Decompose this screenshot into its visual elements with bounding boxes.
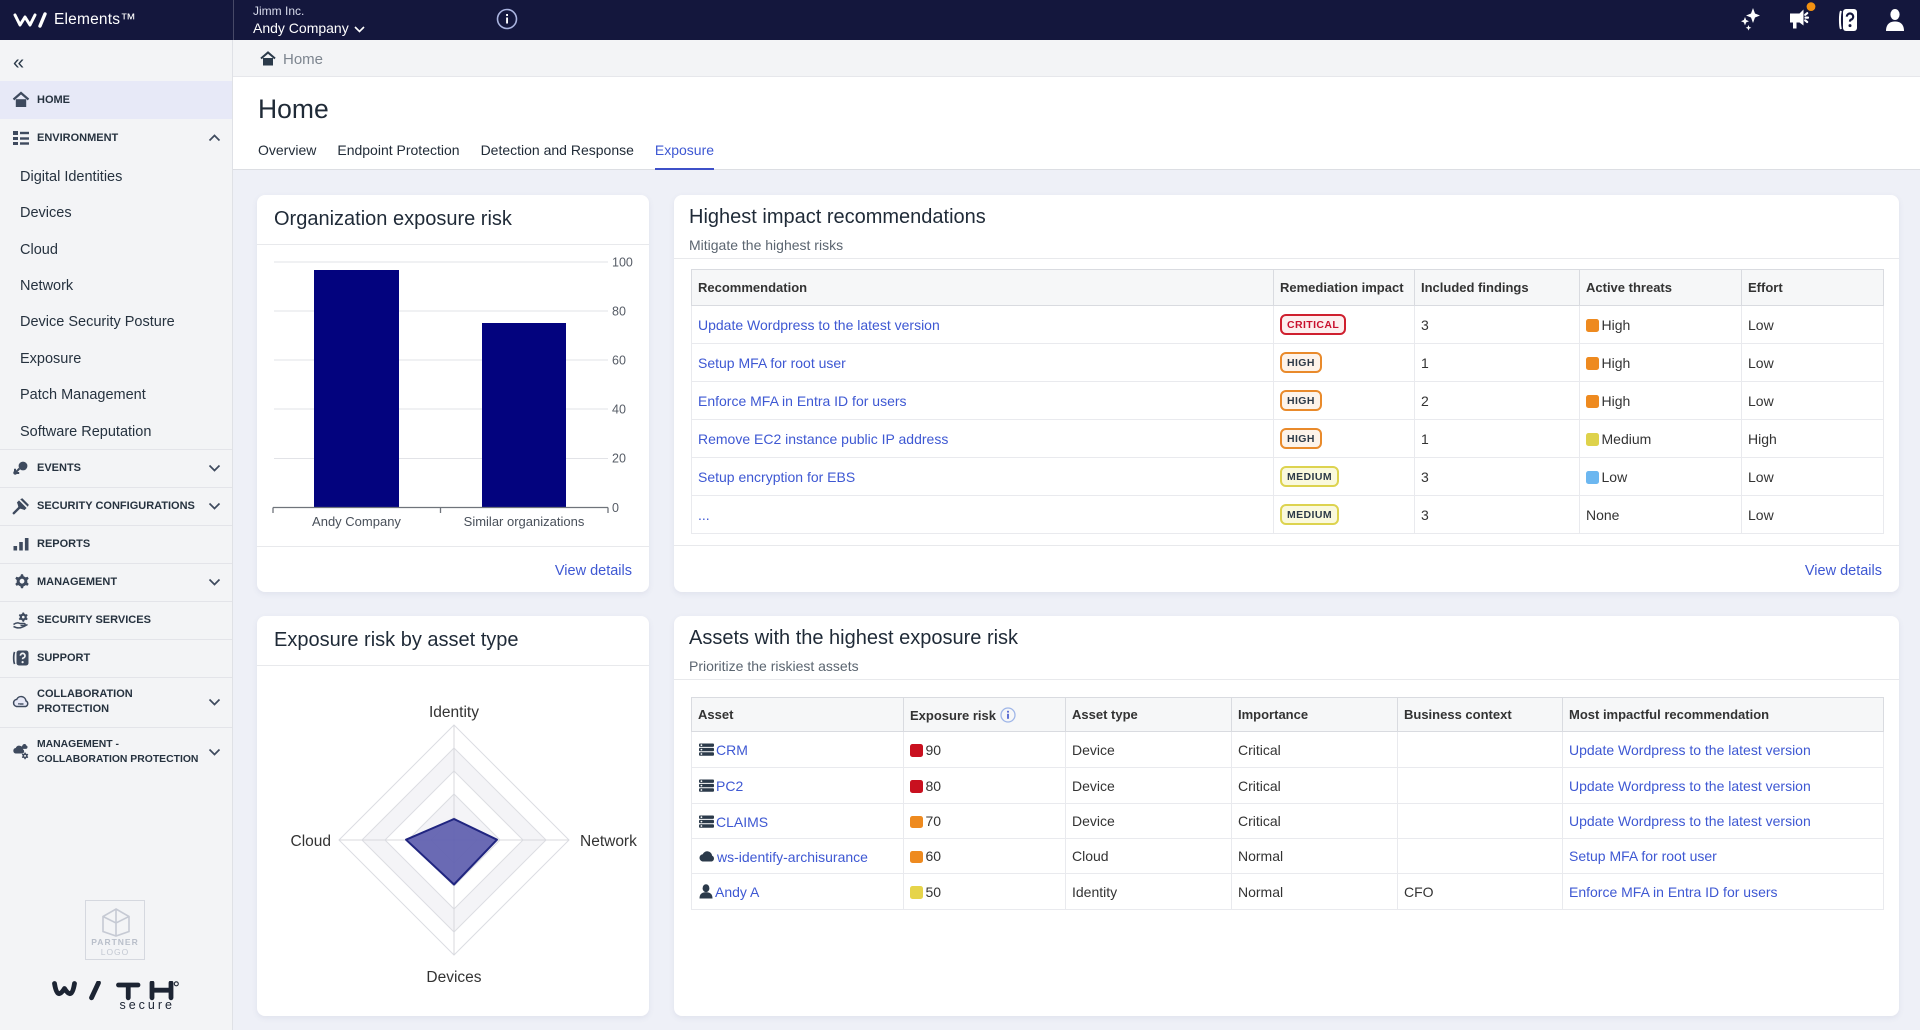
svg-text:Network: Network: [580, 833, 637, 850]
svg-text:100: 100: [612, 256, 633, 270]
svg-text:0: 0: [612, 501, 619, 515]
svg-text:secure: secure: [119, 998, 175, 1011]
svg-text:80: 80: [612, 305, 626, 319]
svg-text:Devices: Devices: [426, 969, 481, 986]
svg-text:Identity: Identity: [429, 704, 479, 721]
svg-text:40: 40: [612, 403, 626, 417]
svg-text:60: 60: [612, 354, 626, 368]
svg-text:Cloud: Cloud: [291, 833, 332, 850]
svg-text:Similar organizations: Similar organizations: [464, 514, 585, 529]
svg-text:20: 20: [612, 452, 626, 466]
svg-text:Andy Company: Andy Company: [312, 514, 401, 529]
